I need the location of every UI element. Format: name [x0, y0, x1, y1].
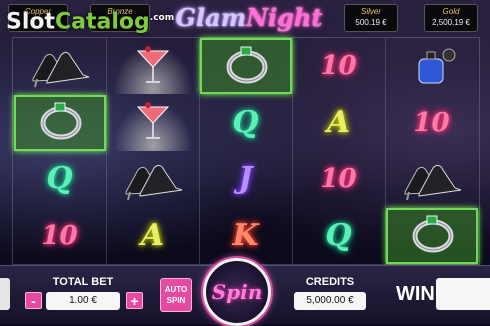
- reel-cell: [13, 94, 106, 151]
- perfume-symbol-icon: [397, 39, 467, 94]
- reel-cell: [386, 38, 478, 94]
- card-symbol-a: A: [326, 104, 351, 140]
- high-heels-symbol-icon: [25, 39, 95, 94]
- game-title: GlamNight: [164, 2, 334, 34]
- card-symbol-10: 10: [320, 51, 357, 81]
- spin-button[interactable]: Spin: [203, 258, 271, 326]
- reel-grid: 10 Q A 10 Q J 10 10 A K Q: [12, 37, 480, 265]
- reel-cell: Q: [200, 95, 292, 151]
- total-bet-value: 1.00 €: [46, 292, 120, 310]
- jackpot-gold: Gold 2,500.19 €: [424, 4, 478, 32]
- reel-cell: K: [200, 208, 292, 264]
- reel-cell: 10: [293, 38, 385, 94]
- reel-cell: [107, 151, 199, 207]
- jackpot-amount: 2,500.19 €: [432, 18, 470, 27]
- card-symbol-10: 10: [320, 164, 357, 194]
- decrease-bet-button[interactable]: -: [25, 292, 42, 309]
- jackpot-silver: Silver 500.19 €: [344, 4, 398, 32]
- reel-cell: Q: [293, 208, 385, 264]
- card-symbol-q: Q: [232, 104, 259, 140]
- reel-cell: [199, 38, 292, 94]
- reel-cell: [386, 151, 478, 207]
- card-symbol-j: J: [238, 161, 253, 196]
- reel-cell: 10: [386, 95, 478, 151]
- ring-symbol-icon: [25, 95, 95, 150]
- reel-cell: J: [200, 151, 292, 207]
- total-bet-label: TOTAL BET: [52, 276, 114, 288]
- brand-logo: SlotCatalog.com: [6, 4, 174, 36]
- card-symbol-q: Q: [46, 161, 73, 196]
- reel-cell: [106, 94, 199, 151]
- title-part1: Glam: [175, 3, 247, 32]
- reel-cell: 10: [293, 151, 385, 207]
- reel-cell: Q: [14, 151, 106, 207]
- auto-spin-line2: SPIN: [166, 296, 186, 305]
- top-bar: Copper Bronze SlotCatalog.com GlamNight …: [0, 0, 490, 36]
- card-symbol-a: A: [140, 217, 165, 253]
- reel-cell: [14, 38, 106, 94]
- ring-symbol-icon: [211, 39, 281, 94]
- reel-cell: A: [293, 95, 385, 151]
- win-label: WIN: [396, 283, 435, 305]
- high-heels-symbol-icon: [118, 152, 188, 207]
- auto-spin-button[interactable]: AUTO SPIN: [160, 278, 192, 312]
- jackpot-label: Silver: [360, 7, 381, 16]
- increase-bet-button[interactable]: +: [126, 292, 143, 309]
- control-bar: TOTAL BET - 1.00 € + AUTO SPIN Spin CRED…: [0, 258, 490, 326]
- card-symbol-10: 10: [413, 107, 450, 138]
- reel-cell: [106, 38, 199, 94]
- menu-tab[interactable]: [0, 278, 10, 310]
- spin-label: Spin: [211, 280, 263, 304]
- auto-spin-line1: AUTO: [164, 285, 188, 294]
- card-symbol-10: 10: [41, 220, 78, 251]
- ring-symbol-icon: [397, 208, 467, 263]
- card-symbol-q: Q: [325, 217, 352, 253]
- brand-suffix: Catalog: [55, 9, 150, 35]
- reel-cell: 10: [14, 208, 106, 264]
- title-part2: Night: [246, 3, 323, 32]
- brand-prefix: Slot: [6, 9, 56, 35]
- card-symbol-k: K: [232, 217, 259, 253]
- credits-value: 5,000.00 €: [294, 292, 366, 310]
- reel-cell: A: [107, 208, 199, 264]
- cocktail-symbol-icon: [118, 95, 188, 150]
- jackpot-amount: 500.19 €: [355, 18, 387, 27]
- cocktail-symbol-icon: [118, 39, 188, 94]
- high-heels-symbol-icon: [397, 152, 467, 207]
- credits-label: CREDITS: [305, 276, 355, 288]
- reel-cell: [385, 207, 478, 264]
- jackpot-label: Gold: [442, 7, 460, 16]
- win-value: [436, 278, 490, 310]
